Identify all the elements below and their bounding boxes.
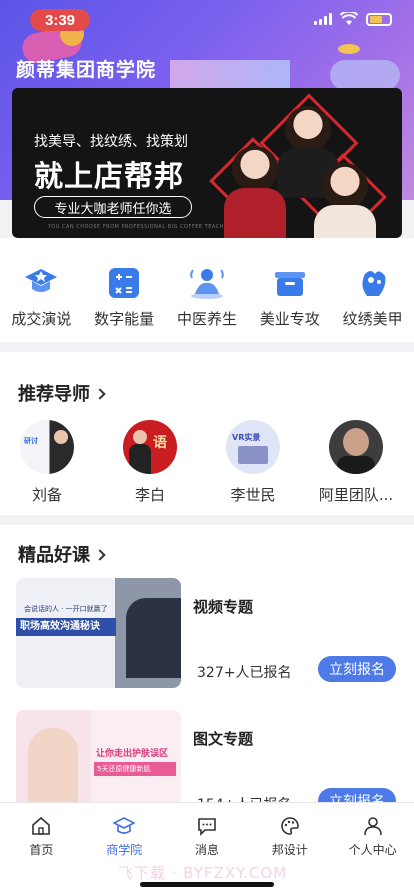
- course-card[interactable]: 会说话的人 · 一开口就赢了 职场高效沟通秘诀 视频专题 327+人已报名 立刻…: [16, 578, 398, 688]
- signal-icon: [314, 13, 332, 25]
- status-time: 3:39: [30, 9, 90, 31]
- message-icon: [196, 815, 218, 837]
- category-item[interactable]: 数字能量: [85, 266, 163, 342]
- banner-tagline: 专业大咖老师任你选: [34, 196, 192, 218]
- status-bar: 3:39: [0, 0, 414, 40]
- avatar: VR实景: [226, 420, 280, 474]
- featured-courses-section: 精品好课 会说话的人 · 一开口就赢了 职场高效沟通秘诀 视频专题 327+人已…: [0, 525, 414, 815]
- enroll-button[interactable]: 立刻报名: [318, 656, 396, 682]
- teacher-photo: [322, 163, 368, 209]
- teacher-photo: [232, 146, 278, 192]
- section-title-tutors[interactable]: 推荐导师: [18, 380, 106, 406]
- palette-icon: [279, 815, 301, 837]
- home-indicator: [140, 882, 274, 887]
- recommended-tutors-section: 推荐导师 研讨 刘备 语 李白 VR实景 李世民 阿里团队...: [0, 352, 414, 515]
- category-grid: 成交演说 数字能量 中医养生 美业专攻 纹绣美甲: [0, 238, 414, 342]
- home-icon: [30, 815, 52, 837]
- course-thumbnail: 让你走出护肤误区 5天还原健康新肌: [16, 710, 181, 815]
- graduation-cap-icon: [23, 266, 59, 300]
- chevron-right-icon: [94, 388, 106, 400]
- graduation-cap-icon: [113, 815, 136, 837]
- course-card[interactable]: 让你走出护肤误区 5天还原健康新肌 图文专题 154+人已报名 立刻报名: [16, 710, 398, 815]
- banner-fineprint: YOU CAN CHOOSE FROM PROFESSIONAL BIG COF…: [48, 224, 236, 230]
- calculator-icon: [106, 266, 142, 300]
- chevron-right-icon: [94, 549, 106, 561]
- category-item[interactable]: 中医养生: [168, 266, 246, 342]
- banner-subtitle: 找美导、找纹绣、找策划: [34, 134, 188, 150]
- avatar: [329, 420, 383, 474]
- meditation-icon: [189, 266, 225, 300]
- category-item[interactable]: 成交演说: [2, 266, 80, 342]
- page-title: 颜蒂集团商学院: [16, 59, 157, 81]
- toolbox-icon: [272, 266, 308, 300]
- promo-banner[interactable]: 找美导、找纹绣、找策划 就上店帮邦 专业大咖老师任你选 YOU CAN CHOO…: [12, 88, 402, 238]
- watermark: 飞下载 · BYFZXY.COM: [118, 864, 288, 882]
- category-item[interactable]: 美业专攻: [251, 266, 329, 342]
- avatar: 研讨: [20, 420, 74, 474]
- tutor-card[interactable]: VR实景 李世民: [203, 420, 303, 505]
- course-thumbnail: 会说话的人 · 一开口就赢了 职场高效沟通秘诀: [16, 578, 181, 688]
- user-icon: [362, 815, 384, 837]
- enroll-count: 327+人已报名: [197, 665, 292, 681]
- decor-shape: [330, 60, 400, 90]
- battery-icon: [366, 12, 392, 26]
- course-title: 图文专题: [193, 730, 254, 748]
- course-title: 视频专题: [193, 598, 254, 616]
- tab-home[interactable]: 首页: [0, 803, 83, 896]
- lotus-icon: [355, 266, 391, 300]
- teacher-photo: [285, 106, 331, 152]
- category-item[interactable]: 纹绣美甲: [334, 266, 412, 342]
- avatar: 语: [123, 420, 177, 474]
- banner-headline: 就上店帮邦: [34, 159, 185, 193]
- tutor-card[interactable]: 阿里团队...: [306, 420, 406, 505]
- wifi-icon: [340, 12, 358, 25]
- tutor-card[interactable]: 研讨 刘备: [0, 420, 97, 505]
- section-title-courses[interactable]: 精品好课: [18, 541, 106, 567]
- tab-profile[interactable]: 个人中心: [331, 803, 414, 896]
- decor-shape: [338, 44, 360, 54]
- tutor-card[interactable]: 语 李白: [100, 420, 200, 505]
